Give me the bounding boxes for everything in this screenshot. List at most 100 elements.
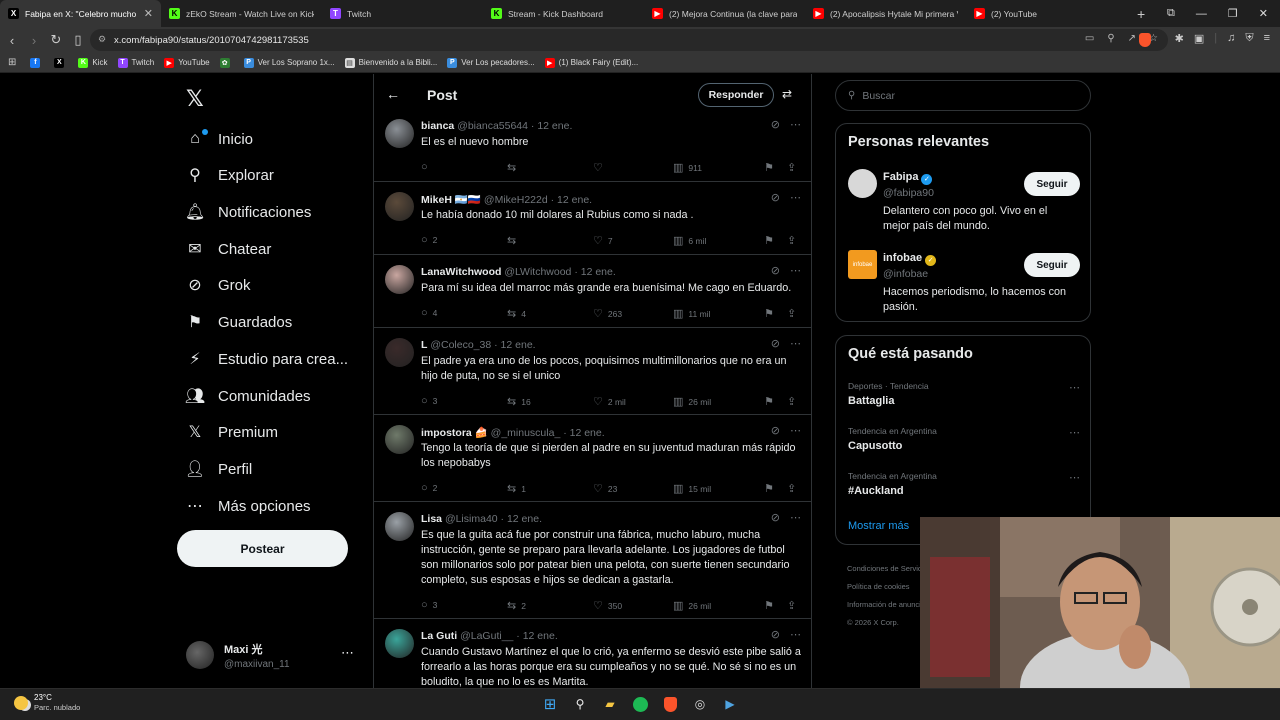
grok-icon[interactable]: ⊘ bbox=[771, 628, 780, 641]
back-arrow-icon[interactable]: ← bbox=[386, 86, 400, 102]
bookmark-item[interactable]: f bbox=[30, 57, 44, 68]
sidebar-item-grok[interactable]: ⊘ Grok bbox=[186, 273, 250, 297]
bookmark-action[interactable]: ⚑ bbox=[764, 482, 779, 495]
avatar[interactable]: infobae bbox=[848, 250, 877, 279]
sidebar-item-más[interactable]: ⋯ Más opciones bbox=[186, 494, 311, 518]
new-tab-button[interactable]: + bbox=[1127, 0, 1155, 27]
browser-tab[interactable]: K Stream - Kick Dashboard bbox=[483, 0, 644, 27]
avatar[interactable] bbox=[385, 629, 414, 658]
reply-button[interactable]: Responder bbox=[698, 83, 774, 107]
reply-post[interactable]: MikeH 🇦🇷🇷🇺 @MikeH222d · 12 ene. ⊘ ⋯ Le habí… bbox=[374, 183, 811, 255]
more-icon[interactable]: ⋯ bbox=[790, 511, 801, 524]
repost-action[interactable]: ⇆ 16 bbox=[507, 395, 531, 408]
browser-tab[interactable]: ▶ (2) Apocalipsis Hytale Mi primera Ve bbox=[805, 0, 966, 27]
post-button[interactable]: Postear bbox=[177, 530, 348, 567]
repost-action[interactable]: ⇆ bbox=[507, 234, 521, 247]
like-action[interactable]: ♡ 7 bbox=[593, 234, 613, 247]
sidebar-toggle-icon[interactable]: ▣ bbox=[1194, 32, 1204, 45]
close-tab-icon[interactable]: ✕ bbox=[144, 7, 153, 20]
grok-icon[interactable]: ⊘ bbox=[771, 511, 780, 524]
spotify-icon[interactable] bbox=[630, 694, 650, 714]
more-icon[interactable]: ⋯ bbox=[1069, 426, 1080, 439]
post-date[interactable]: · 12 ene. bbox=[494, 339, 535, 351]
share-action[interactable]: ⇪ bbox=[787, 234, 801, 247]
reply-action[interactable]: ○ 2 bbox=[421, 482, 437, 494]
grok-icon[interactable]: ⊘ bbox=[771, 118, 780, 131]
more-icon[interactable]: ⋯ bbox=[790, 191, 801, 204]
avatar[interactable] bbox=[385, 265, 414, 294]
views-action[interactable]: ▥ 11 mil bbox=[673, 307, 710, 320]
back-icon[interactable]: ‹ bbox=[2, 33, 22, 48]
avatar[interactable] bbox=[385, 425, 414, 454]
obs-icon[interactable]: ◎ bbox=[690, 694, 710, 714]
reply-post[interactable]: Lisa @Lisima40 · 12 ene. ⊘ ⋯ Es que la guit… bbox=[374, 503, 811, 619]
camera-app-icon[interactable]: ▶ bbox=[720, 694, 740, 714]
like-action[interactable]: ♡ 263 bbox=[593, 307, 622, 320]
bookmark-item[interactable]: ▶ (1) Black Fairy (Edit)... bbox=[544, 57, 638, 68]
post-date[interactable]: · 12 ene. bbox=[531, 120, 572, 132]
views-action[interactable]: ▥ 26 mil bbox=[673, 599, 711, 612]
bookmark-item[interactable]: K Kick bbox=[78, 57, 108, 68]
author-handle[interactable]: @Lisima40 bbox=[445, 513, 498, 525]
bookmark-item[interactable]: T Twitch bbox=[117, 57, 154, 68]
author-name[interactable]: L bbox=[421, 339, 427, 351]
vpn-icon[interactable]: ⛨ bbox=[1245, 32, 1253, 45]
brave-icon[interactable] bbox=[660, 694, 680, 714]
bookmark-action[interactable]: ⚑ bbox=[764, 395, 779, 408]
reply-action[interactable]: ○ 2 bbox=[421, 234, 437, 246]
follow-button[interactable]: Seguir bbox=[1024, 172, 1080, 196]
weather-widget[interactable]: 23°C Parc. nublado bbox=[14, 693, 80, 712]
sidebar-item-chatear[interactable]: ✉ Chatear bbox=[186, 237, 271, 261]
trend-item[interactable]: Tendencia en Argentina #Auckland ⋯ bbox=[848, 471, 1080, 497]
author-name[interactable]: bianca bbox=[421, 120, 454, 132]
sidebar-item-comunidades[interactable]: 👥︎ Comunidades bbox=[185, 384, 311, 408]
start-icon[interactable]: ⊞ bbox=[540, 694, 560, 714]
share-action[interactable]: ⇪ bbox=[787, 599, 801, 612]
x-logo-icon[interactable]: 𝕏 bbox=[186, 86, 204, 112]
author-name[interactable]: LanaWitchwood bbox=[421, 266, 501, 278]
account-switcher[interactable]: Maxi 光 @maxiivan_11 ⋯ bbox=[186, 639, 366, 671]
sidebar-item-guardados[interactable]: ⚑ Guardados bbox=[186, 310, 292, 334]
search-input[interactable]: ⚲ Buscar bbox=[835, 80, 1091, 111]
like-action[interactable]: ♡ bbox=[593, 161, 608, 174]
zoom-icon[interactable]: ⚲ bbox=[1107, 33, 1114, 44]
sidebar-item-perfil[interactable]: 👤︎ Perfil bbox=[185, 457, 252, 481]
post-date[interactable]: · 12 ene. bbox=[516, 630, 557, 642]
install-app-icon[interactable]: ▭ bbox=[1085, 33, 1094, 44]
author-handle[interactable]: @MikeH222d bbox=[484, 194, 548, 206]
post-date[interactable]: · 12 ene. bbox=[574, 266, 615, 278]
share-action[interactable]: ⇪ bbox=[787, 161, 801, 174]
bookmark-item[interactable]: P Ver Los pecadores... bbox=[447, 57, 535, 68]
author-handle[interactable]: @LaGuti__ bbox=[460, 630, 513, 642]
sidebar-item-notificaciones[interactable]: 🔔︎ Notificaciones bbox=[185, 200, 312, 224]
trend-item[interactable]: Deportes · Tendencia Battaglia ⋯ bbox=[848, 381, 1080, 407]
person-name[interactable]: infobae ✓ bbox=[883, 252, 937, 266]
bookmark-action[interactable]: ⚑ bbox=[764, 161, 779, 174]
repost-action[interactable]: ⇆ 1 bbox=[507, 482, 526, 495]
minimize-icon[interactable]: — bbox=[1196, 8, 1207, 20]
bookmark-action[interactable]: ⚑ bbox=[764, 599, 779, 612]
sidebar-item-explorar[interactable]: ⚲ Explorar bbox=[186, 163, 274, 187]
repost-action[interactable]: ⇆ bbox=[507, 161, 521, 174]
like-action[interactable]: ♡ 23 bbox=[593, 482, 617, 495]
brave-shields-icon[interactable] bbox=[1139, 33, 1151, 47]
more-icon[interactable]: ⋯ bbox=[341, 645, 354, 661]
bookmark-item[interactable]: ▤ Bienvenido a la Bibli... bbox=[344, 57, 437, 68]
author-handle[interactable]: @_minuscula_ bbox=[491, 427, 561, 439]
more-icon[interactable]: ⋯ bbox=[790, 264, 801, 277]
avatar[interactable] bbox=[848, 169, 877, 198]
browser-tab[interactable]: ▶ (2) Mejora Continua (la clave para pr bbox=[644, 0, 805, 27]
post-date[interactable]: · 12 ene. bbox=[501, 513, 542, 525]
more-icon[interactable]: ⋯ bbox=[1069, 471, 1080, 484]
like-action[interactable]: ♡ 2 mil bbox=[593, 395, 626, 408]
share-action[interactable]: ⇪ bbox=[787, 482, 801, 495]
author-name[interactable]: Lisa bbox=[421, 513, 442, 525]
tab-search-icon[interactable]: ⧉ bbox=[1167, 7, 1175, 20]
music-icon[interactable]: ♫ bbox=[1227, 32, 1235, 45]
follow-button[interactable]: Seguir bbox=[1024, 253, 1080, 277]
avatar[interactable] bbox=[385, 192, 414, 221]
reply-post[interactable]: LanaWitchwood @LWitchwood · 12 ene. ⊘ ⋯ Par… bbox=[374, 256, 811, 328]
site-info-icon[interactable]: ⚙ bbox=[98, 34, 106, 45]
author-name[interactable]: impostora 🍰 bbox=[421, 427, 488, 439]
apps-grid-icon[interactable]: ⊞ bbox=[8, 57, 16, 68]
